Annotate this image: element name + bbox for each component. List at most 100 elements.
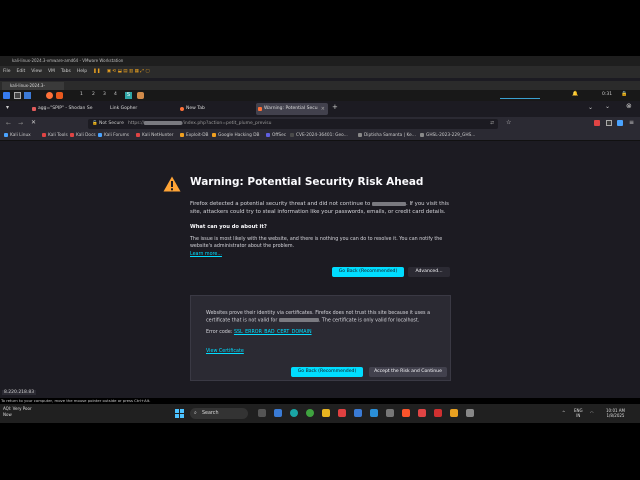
- files-app-icon[interactable]: [274, 409, 282, 417]
- exploit-db-icon: [180, 132, 184, 137]
- vmware-tab-strip: kali-linux-2024.3-vmware...: [0, 81, 640, 96]
- firefox-nav-bar: ← → ✕ 🔓 Not Secure https:///index.php?ac…: [0, 117, 640, 131]
- app-icon-s[interactable]: S: [125, 92, 132, 99]
- menu-icon[interactable]: ≡: [629, 119, 634, 126]
- bell-icon[interactable]: 🔔: [572, 91, 578, 97]
- vmware-icon[interactable]: [466, 409, 474, 417]
- bookmark-exploit-db[interactable]: Exploit-DB: [180, 131, 209, 141]
- firefox-tab-strip: ▾ agg="SPIP" - Shodan Se Link Gopher New…: [0, 101, 640, 117]
- extension-icon-3[interactable]: [617, 120, 623, 126]
- windows-start-icon[interactable]: [175, 409, 184, 418]
- github-icon: [290, 132, 294, 137]
- terminal-icon[interactable]: [14, 92, 21, 99]
- tab-link-gopher[interactable]: Link Gopher: [102, 103, 172, 115]
- burp-icon[interactable]: [56, 92, 63, 99]
- redacted-host: [144, 120, 183, 125]
- shodan-icon: [32, 107, 36, 111]
- toolbar-icons[interactable]: ▣ ⟲ ⬓ ▤ ▥ ▦ ⤢ ▢: [107, 66, 150, 78]
- app-icon-4[interactable]: [386, 409, 394, 417]
- view-certificate-link[interactable]: View Certificate: [206, 349, 244, 354]
- vmware-title: kali-linux-2024.3-vmware-amd64 - VMware …: [12, 58, 124, 63]
- kali-menu-icon[interactable]: [3, 92, 10, 99]
- bookmark-ghsl[interactable]: GHSL-2023-229_GHS...: [420, 131, 475, 141]
- advanced-panel: Websites prove their identity via certif…: [190, 295, 451, 381]
- menu-help[interactable]: Help: [77, 66, 87, 78]
- what-heading: What can you do about it?: [190, 224, 267, 230]
- close-window-icon[interactable]: ⊗: [626, 102, 632, 110]
- error-page: Warning: Potential Security Risk Ahead F…: [0, 141, 640, 389]
- stop-icon[interactable]: ✕: [31, 119, 36, 126]
- tray-chevron-icon[interactable]: ^: [562, 410, 565, 415]
- bookmark-kali-nethunter[interactable]: Kali NetHunter: [136, 131, 173, 141]
- accept-risk-button[interactable]: Accept the Risk and Continue: [369, 367, 447, 377]
- firefox-icon[interactable]: [46, 92, 53, 99]
- bookmark-kali-tools[interactable]: Kali Tools: [42, 131, 68, 141]
- app-icon-7[interactable]: [450, 409, 458, 417]
- tab-list-icon[interactable]: ▾: [6, 104, 9, 111]
- app-icon-3[interactable]: [370, 409, 378, 417]
- go-back-button[interactable]: Go Back (Recommended): [332, 267, 404, 277]
- translate-icon[interactable]: ⇄: [490, 119, 494, 129]
- bookmark-kali-docs[interactable]: Kali Docs: [70, 131, 96, 141]
- workspace-2[interactable]: 2: [92, 92, 95, 97]
- app-icon-1[interactable]: [338, 409, 346, 417]
- warning-tab-icon: [258, 107, 262, 111]
- search-icon: ⌕: [194, 411, 197, 416]
- kali-docs-icon: [70, 132, 74, 137]
- menu-tabs[interactable]: Tabs: [61, 66, 71, 78]
- explorer-icon[interactable]: [322, 409, 330, 417]
- lock-icon[interactable]: 🔒: [621, 91, 627, 97]
- menu-file[interactable]: File: [3, 66, 11, 78]
- weather-widget[interactable]: AQI: Very Poor Now: [3, 406, 32, 418]
- bookmarks-toolbar: Kali Linux Kali Tools Kali Docs Kali For…: [0, 131, 640, 141]
- app-icon-5[interactable]: [418, 409, 426, 417]
- close-tab-icon[interactable]: ×: [321, 103, 325, 115]
- workspace-4[interactable]: 4: [114, 92, 117, 97]
- workspace-1[interactable]: 1: [80, 92, 83, 97]
- list-all-tabs-icon[interactable]: ⌄: [588, 104, 593, 111]
- learn-more-link[interactable]: Learn more...: [190, 252, 222, 257]
- extension-icon-1[interactable]: [594, 120, 600, 126]
- forward-icon[interactable]: →: [18, 120, 23, 127]
- new-tab-button[interactable]: +: [332, 103, 338, 111]
- screen: kali-linux-2024.3-vmware-amd64 - VMware …: [0, 0, 640, 480]
- app-icon-6[interactable]: [434, 409, 442, 417]
- wifi-icon[interactable]: ◠: [590, 410, 594, 415]
- error-code-link[interactable]: SSL_ERROR_BAD_CERT_DOMAIN: [234, 330, 312, 335]
- menu-view[interactable]: View: [31, 66, 42, 78]
- not-secure-label[interactable]: 🔓 Not Secure: [92, 119, 124, 129]
- tab-new-tab[interactable]: New Tab: [178, 103, 252, 115]
- advanced-button[interactable]: Advanced...: [408, 267, 450, 277]
- bookmark-diptisha[interactable]: Diptisha Samanta | Ke...: [358, 131, 416, 141]
- workspace-3[interactable]: 3: [103, 92, 106, 97]
- minimize-icon[interactable]: ⌄: [605, 103, 610, 110]
- bookmark-offsec[interactable]: OffSec: [266, 131, 286, 141]
- extension-icon-2[interactable]: [606, 120, 612, 126]
- bookmark-kali-forums[interactable]: Kali Forums: [98, 131, 129, 141]
- clock-date[interactable]: 10:01 AM 1/8/2025: [606, 408, 625, 418]
- app-icon-hand[interactable]: [137, 92, 144, 99]
- url-bar[interactable]: 🔓 Not Secure https:///index.php?action=p…: [88, 119, 498, 129]
- edge-icon[interactable]: [290, 409, 298, 417]
- go-back-button-2[interactable]: Go Back (Recommended): [291, 367, 363, 377]
- pause-icon[interactable]: ❚❚: [93, 66, 101, 78]
- xbox-icon[interactable]: [306, 409, 314, 417]
- bookmark-star-icon[interactable]: ☆: [506, 119, 511, 126]
- offsec-icon: [266, 132, 270, 137]
- app-icon-2[interactable]: [354, 409, 362, 417]
- vmware-tab-kali[interactable]: kali-linux-2024.3-vmware...: [2, 82, 64, 96]
- language-indicator[interactable]: ENG IN: [574, 408, 583, 418]
- bookmark-cve[interactable]: CVE-2024-36401: Geo...: [290, 131, 348, 141]
- status-bar: 8.220.218.83: [0, 389, 640, 398]
- tab-shodan[interactable]: agg="SPIP" - Shodan Se: [30, 103, 100, 115]
- bookmark-kali-linux[interactable]: Kali Linux: [4, 131, 31, 141]
- back-icon[interactable]: ←: [6, 120, 11, 127]
- task-view-icon[interactable]: [258, 409, 266, 417]
- brave-icon[interactable]: [402, 409, 410, 417]
- menu-edit[interactable]: Edit: [17, 66, 26, 78]
- taskbar-search[interactable]: ⌕ Search: [190, 408, 248, 419]
- files-icon[interactable]: [24, 92, 31, 99]
- bookmark-ghdb[interactable]: Google Hacking DB: [212, 131, 260, 141]
- menu-vm[interactable]: VM: [48, 66, 55, 78]
- tab-warning[interactable]: Warning: Potential Secu ×: [256, 103, 328, 115]
